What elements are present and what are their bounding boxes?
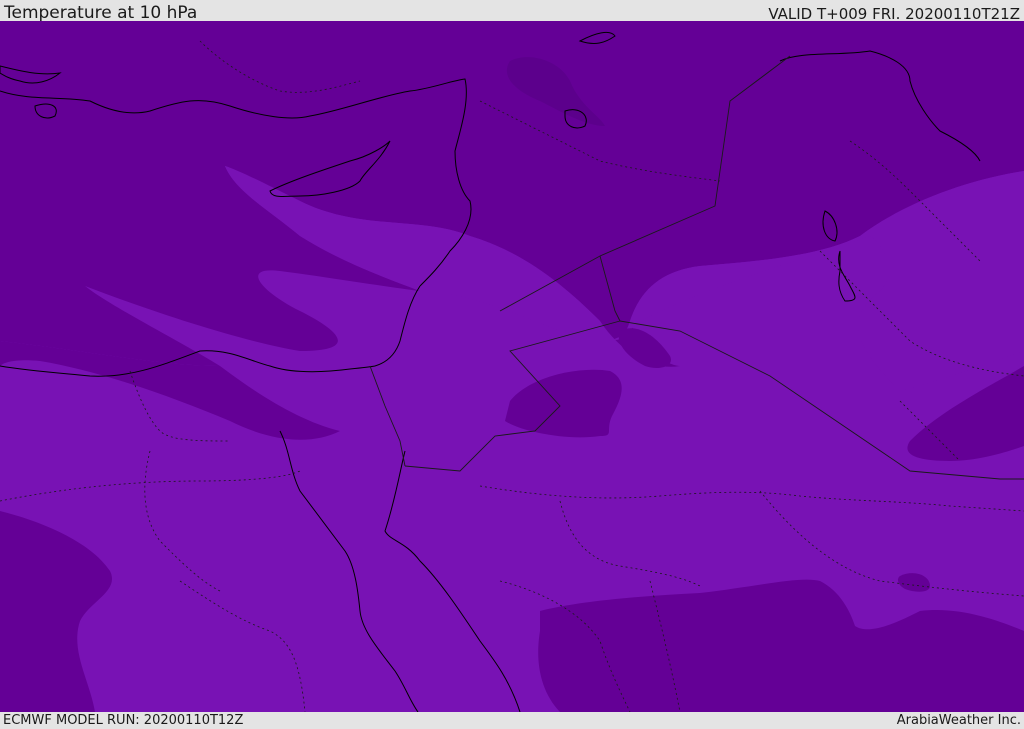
map-title: Temperature at 10 hPa [4,3,198,23]
map-canvas[interactable] [0,21,1024,712]
footer-bar: ECMWF MODEL RUN: 20200110T12Z ArabiaWeat… [0,712,1024,729]
temperature-map [0,21,1024,712]
map-viewer: Temperature at 10 hPa VALID T+009 FRI. 2… [0,0,1024,729]
model-run-label: ECMWF MODEL RUN: 20200110T12Z [3,713,244,728]
header-bar: Temperature at 10 hPa VALID T+009 FRI. 2… [0,0,1024,23]
credit-label: ArabiaWeather Inc. [896,713,1021,728]
